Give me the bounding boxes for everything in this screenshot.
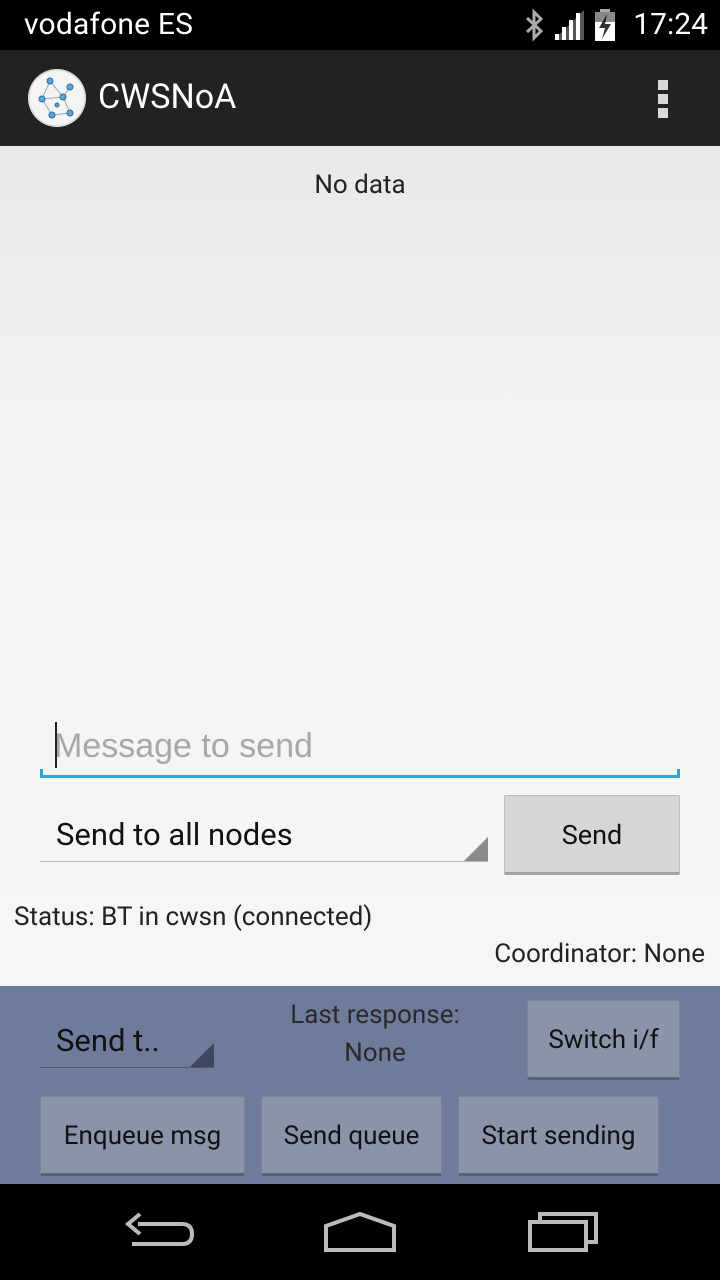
mode-spinner[interactable]: Send t.. bbox=[40, 1022, 214, 1068]
send-button[interactable]: Send bbox=[504, 795, 680, 875]
status-text: Status: BT in cwsn (connected) bbox=[14, 902, 373, 932]
bluetooth-icon bbox=[524, 8, 546, 46]
last-response-label: Last response: bbox=[290, 1000, 460, 1030]
overflow-menu-icon[interactable] bbox=[648, 74, 680, 122]
clock: 17:24 bbox=[633, 7, 708, 42]
coordinator-text: Coordinator: None bbox=[494, 939, 705, 969]
action-bar: CWSNoA bbox=[0, 50, 720, 146]
navigation-bar bbox=[0, 1184, 720, 1280]
spinner-arrow-icon bbox=[464, 837, 488, 861]
recents-icon[interactable] bbox=[526, 1208, 600, 1262]
app-logo-icon[interactable] bbox=[28, 69, 86, 127]
carrier-name: vodafone ES bbox=[24, 7, 194, 42]
last-response: Last response: None bbox=[270, 996, 480, 1072]
text-cursor bbox=[55, 722, 57, 768]
mode-spinner-label: Send t.. bbox=[56, 1022, 160, 1059]
home-icon[interactable] bbox=[322, 1208, 398, 1262]
signal-icon bbox=[552, 8, 586, 46]
app-title: CWSNoA bbox=[98, 77, 237, 117]
screen: vodafone ES 17:24 CWSNoA No data Message… bbox=[0, 0, 720, 1280]
message-input-container bbox=[40, 718, 680, 778]
switch-interface-button[interactable]: Switch i/f bbox=[527, 1000, 680, 1080]
back-icon[interactable] bbox=[124, 1208, 196, 1262]
start-sending-button[interactable]: Start sending bbox=[458, 1096, 659, 1176]
status-bar: vodafone ES 17:24 bbox=[0, 0, 720, 50]
battery-charging-icon bbox=[592, 8, 618, 46]
spinner-arrow-icon bbox=[190, 1043, 214, 1067]
message-input[interactable] bbox=[54, 722, 674, 770]
destination-spinner-label: Send to all nodes bbox=[56, 816, 293, 853]
destination-spinner[interactable]: Send to all nodes bbox=[40, 794, 488, 862]
enqueue-message-button[interactable]: Enqueue msg bbox=[40, 1096, 245, 1176]
no-data-label: No data bbox=[314, 170, 406, 200]
send-queue-button[interactable]: Send queue bbox=[261, 1096, 442, 1176]
control-panel: Send t.. Last response: None Switch i/f … bbox=[0, 986, 720, 1184]
last-response-value: None bbox=[344, 1038, 406, 1068]
main-content: No data Send to all nodes Send Status: B… bbox=[0, 146, 720, 986]
